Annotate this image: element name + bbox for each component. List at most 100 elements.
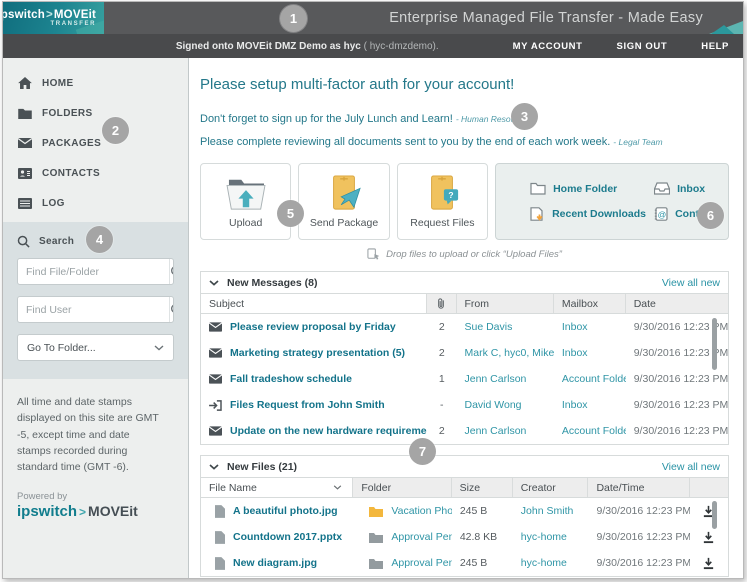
sidebar-item-folders[interactable]: FOLDERS (3, 98, 188, 128)
download-button[interactable] (690, 531, 728, 544)
messages-view-all-link[interactable]: View all new (662, 277, 720, 289)
sidebar-item-home[interactable]: HOME (3, 68, 188, 98)
my-account-link[interactable]: MY ACCOUNT (513, 41, 583, 52)
file-datetime: 9/30/2016 12:23 PM (597, 557, 690, 569)
sidebar-item-contacts[interactable]: CONTACTS (3, 158, 188, 188)
message-from[interactable]: Mark C, hyc0, Mike C. (465, 347, 554, 359)
powered-by-logo: ipswitch>MOVEit (17, 503, 174, 521)
message-mailbox[interactable]: Inbox (562, 399, 588, 411)
find-file-search-button[interactable] (169, 259, 174, 284)
message-row[interactable]: Please review proposal by Friday 2 Sue D… (201, 314, 728, 340)
file-size: 245 B (460, 505, 487, 517)
message-subject[interactable]: Fall tradeshow schedule (230, 373, 352, 385)
col-file-name[interactable]: File Name (201, 478, 353, 497)
col-datetime[interactable]: Date/Time (588, 478, 689, 497)
annotation-badge-7: 7 (409, 438, 436, 465)
file-creator[interactable]: John Smith (521, 505, 574, 517)
message-mailbox[interactable]: Inbox (562, 321, 588, 333)
file-folder[interactable]: Approval Pending (391, 531, 451, 543)
sign-out-link[interactable]: SIGN OUT (617, 41, 668, 52)
search-icon (170, 303, 174, 316)
sidebar-item-packages[interactable]: PACKAGES (3, 128, 188, 158)
message-row[interactable]: Fall tradeshow schedule 1 Jenn Carlson A… (201, 366, 728, 392)
new-files-header: New Files (21) View all new (201, 456, 728, 477)
message-attachment-count: 1 (427, 373, 456, 385)
message-subject[interactable]: Files Request from John Smith (230, 399, 385, 411)
file-row[interactable]: A beautiful photo.jpg Vacation Photos 24… (201, 498, 728, 524)
message-from[interactable]: Jenn Carlson (465, 373, 527, 385)
collapse-chevron-icon[interactable] (209, 280, 219, 286)
collapse-chevron-icon[interactable] (209, 464, 219, 470)
file-row[interactable]: Countdown 2017.pptx Approval Pending 42.… (201, 524, 728, 550)
file-size: 42.8 KB (460, 531, 497, 543)
file-name[interactable]: A beautiful photo.jpg (233, 505, 338, 517)
ipswitch-moveit-logo[interactable]: ipswitch>MOVEit TRANSFER (3, 2, 104, 34)
session-bar: Signed onto MOVEit DMZ Demo as hyc ( hyc… (3, 34, 743, 58)
col-size[interactable]: Size (452, 478, 513, 497)
col-mailbox[interactable]: Mailbox (554, 294, 626, 313)
search-icon (170, 265, 174, 278)
messages-scrollbar-thumb[interactable] (712, 318, 717, 370)
col-subject[interactable]: Subject (201, 294, 427, 313)
powered-brand: ipswitch (17, 503, 77, 520)
drag-drop-icon (367, 248, 380, 261)
download-button[interactable] (690, 505, 728, 518)
announcement-attribution: - Legal Team (613, 137, 662, 147)
message-row[interactable]: Marketing strategy presentation (5) 2 Ma… (201, 340, 728, 366)
sort-chevron-icon[interactable] (333, 485, 342, 490)
col-file-name-label: File Name (209, 482, 257, 494)
upload-button[interactable]: Upload (200, 163, 291, 240)
message-mailbox[interactable]: Inbox (562, 347, 588, 359)
col-from[interactable]: From (457, 294, 554, 313)
file-creator[interactable]: hyc-home (521, 531, 567, 543)
col-creator[interactable]: Creator (513, 478, 589, 497)
inbox-link[interactable]: Inbox (654, 176, 720, 202)
message-subject[interactable]: Marketing strategy presentation (5) (230, 347, 405, 359)
file-creator[interactable]: hyc-home (521, 557, 567, 569)
col-folder[interactable]: Folder (353, 478, 451, 497)
find-file-input[interactable] (18, 259, 169, 284)
download-icon (702, 557, 715, 570)
message-from[interactable]: Jenn Carlson (465, 425, 527, 437)
envelope-icon (18, 138, 32, 148)
request-files-button[interactable]: ? Request Files (397, 163, 488, 240)
logo-brand: ipswitch (3, 9, 45, 21)
message-mailbox[interactable]: Account Folder (562, 425, 626, 437)
files-scrollbar-thumb[interactable] (712, 501, 717, 529)
message-subject[interactable]: Update on the new hardware requirement (230, 425, 427, 437)
help-link[interactable]: HELP (701, 41, 729, 52)
file-row[interactable]: New diagram.jpg Approval Pending 245 B h… (201, 550, 728, 576)
home-folder-link[interactable]: Home Folder (530, 176, 648, 202)
announcement: Don't forget to sign up for the July Lun… (200, 113, 729, 125)
inbox-label: Inbox (677, 183, 705, 195)
top-header: ipswitch>MOVEit TRANSFER Enterprise Mana… (3, 2, 743, 34)
file-folder[interactable]: Approval Pending (391, 557, 451, 569)
find-user-search-button[interactable] (169, 297, 174, 322)
recent-downloads-link[interactable]: Recent Downloads (530, 202, 648, 228)
message-envelope-icon (209, 322, 222, 332)
message-from[interactable]: Sue Davis (465, 321, 513, 333)
goto-folder-select[interactable]: Go To Folder... (17, 334, 174, 361)
nav-label-log: LOG (42, 198, 65, 209)
upload-label: Upload (229, 217, 262, 229)
annotation-badge-3: 3 (511, 103, 538, 130)
message-row[interactable]: Update on the new hardware requirement 2… (201, 418, 728, 444)
message-subject[interactable]: Please review proposal by Friday (230, 321, 396, 333)
signed-on-org: ( hyc-dmzdemo). (361, 41, 439, 52)
find-user-input[interactable] (18, 297, 169, 322)
file-folder[interactable]: Vacation Photos (391, 505, 451, 517)
file-name[interactable]: Countdown 2017.pptx (233, 531, 342, 543)
message-from[interactable]: David Wong (465, 399, 522, 411)
download-button[interactable] (690, 557, 728, 570)
paperclip-icon (436, 297, 446, 310)
sidebar-item-log[interactable]: LOG (3, 188, 188, 218)
send-package-button[interactable]: Send Package (298, 163, 389, 240)
recent-downloads-icon (530, 207, 545, 222)
col-date[interactable]: Date (626, 294, 728, 313)
drop-files-hint: Drop files to upload or click “Upload Fi… (200, 248, 729, 261)
file-name[interactable]: New diagram.jpg (233, 557, 317, 569)
message-mailbox[interactable]: Account Folder (562, 373, 626, 385)
col-attachments[interactable] (427, 294, 456, 313)
message-row[interactable]: Files Request from John Smith - David Wo… (201, 392, 728, 418)
files-view-all-link[interactable]: View all new (662, 461, 720, 473)
